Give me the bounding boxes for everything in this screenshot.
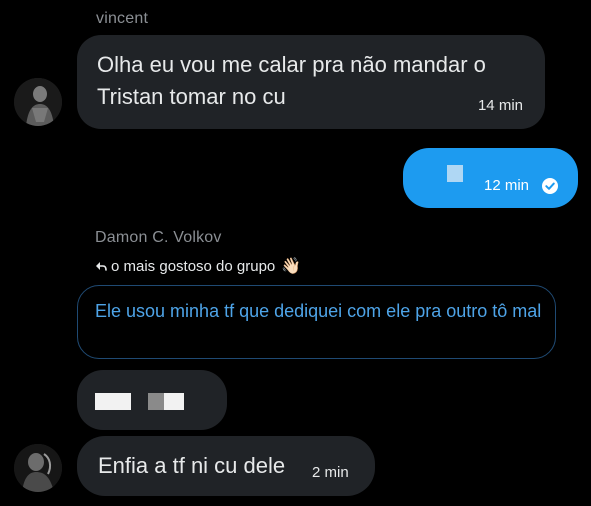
redacted-block-icon xyxy=(164,393,184,410)
avatar-photo-icon xyxy=(14,78,62,126)
quoted-message[interactable]: Ele usou minha tf que dediquei com ele p… xyxy=(77,285,556,359)
avatar-photo-icon xyxy=(14,444,62,492)
message-time: 2 min xyxy=(312,464,349,481)
message-text: Olha eu vou me calar pra não mandar o Tr… xyxy=(97,52,486,109)
check-circle-icon xyxy=(542,178,558,194)
waving-hand-icon: 👋🏻 xyxy=(281,258,302,275)
replied-to-line[interactable]: o mais gostoso do grupo 👋🏻 xyxy=(95,255,301,277)
outgoing-message-bubble[interactable]: 12 min xyxy=(403,148,578,208)
sender-name-damon: Damon C. Volkov xyxy=(95,229,222,246)
reply-arrow-icon xyxy=(96,262,107,271)
redacted-block-icon xyxy=(447,165,463,182)
redacted-message-bubble[interactable] xyxy=(77,370,227,430)
message-text: Enfia a tf ni cu dele xyxy=(98,453,286,478)
redacted-block-icon xyxy=(148,393,164,410)
avatar[interactable] xyxy=(14,444,62,492)
replied-to-text: o mais gostoso do grupo xyxy=(111,257,276,275)
redacted-block-icon xyxy=(95,393,131,410)
message-bubble[interactable]: Enfia a tf ni cu dele 2 min xyxy=(77,436,375,496)
avatar[interactable] xyxy=(14,78,62,126)
message-time: 14 min xyxy=(477,97,523,114)
message-bubble[interactable]: Olha eu vou me calar pra não mandar o Tr… xyxy=(77,35,545,129)
quoted-message-text: Ele usou minha tf que dediquei com ele p… xyxy=(95,301,542,321)
message-time: 12 min xyxy=(484,177,530,194)
sender-name-vincent: vincent xyxy=(96,10,149,27)
